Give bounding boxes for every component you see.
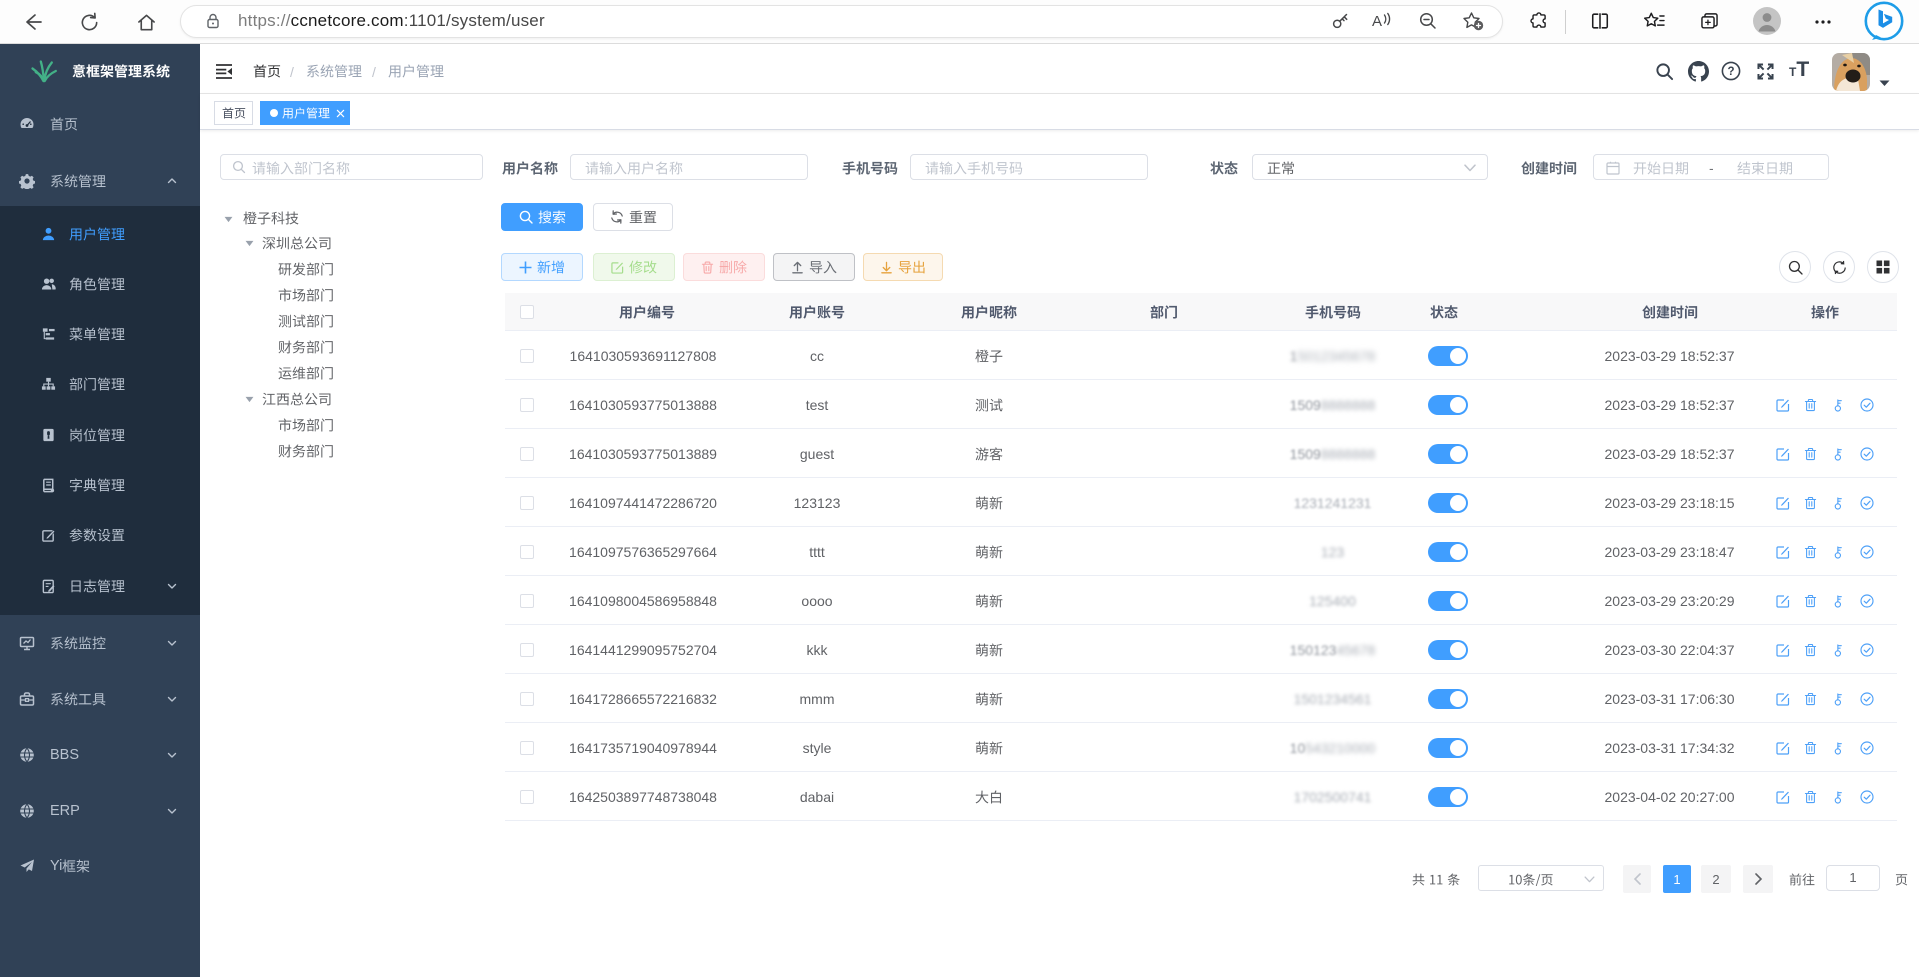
svg-text:?: ? xyxy=(1727,66,1734,78)
